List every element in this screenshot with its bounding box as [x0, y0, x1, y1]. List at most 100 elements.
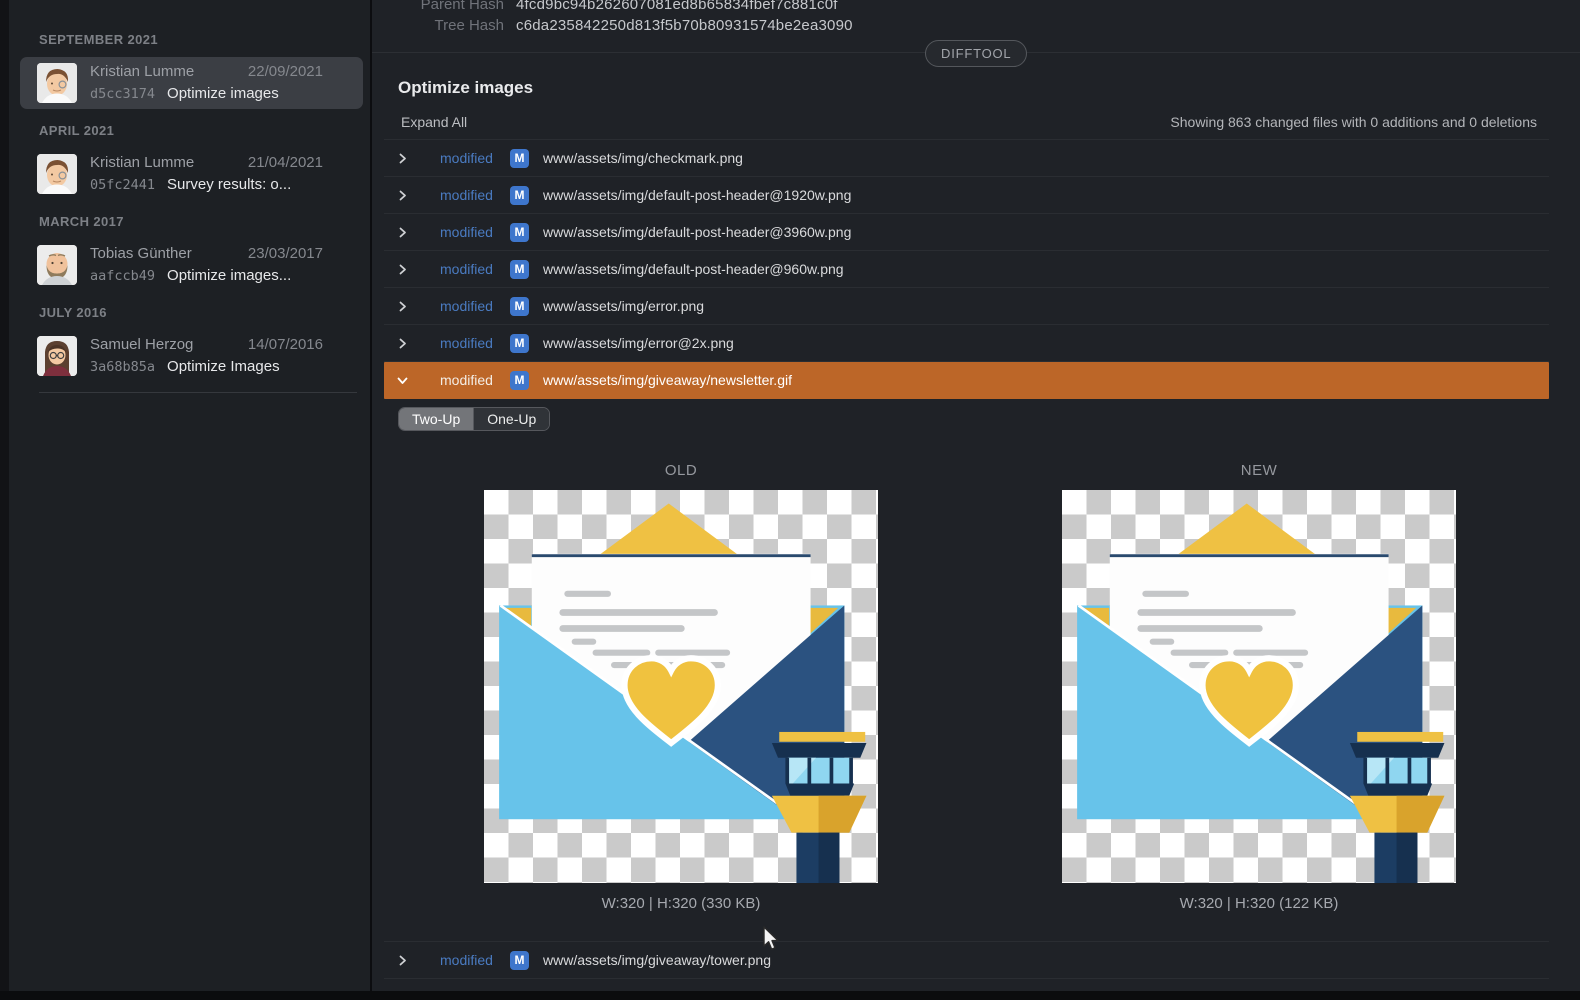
- commit-author: Samuel Herzog: [90, 334, 193, 356]
- modified-badge: M: [510, 186, 529, 205]
- newsletter-illustration: [499, 504, 866, 883]
- chevron-down-icon[interactable]: [396, 374, 408, 386]
- file-status: modified: [440, 372, 498, 388]
- avatar: [37, 154, 77, 194]
- chevron-right-icon[interactable]: [396, 337, 408, 349]
- commit-hash: aafccb49: [90, 265, 155, 287]
- window-bottom-edge: [0, 991, 1580, 1000]
- tower: [772, 732, 867, 883]
- file-row-error-2x[interactable]: modified M www/assets/img/error@2x.png: [384, 325, 1549, 362]
- avatar: [37, 336, 77, 376]
- file-status: modified: [440, 150, 498, 166]
- commit-author: Tobias Günther: [90, 243, 192, 265]
- chevron-right-icon[interactable]: [396, 152, 408, 164]
- git-client-window: SEPTEMBER 2021 Kristian Lumme 22/09/2021…: [0, 0, 1580, 1000]
- new-label: NEW: [1062, 462, 1456, 479]
- file-path: www/assets/img/default-post-header@3960w…: [543, 224, 851, 240]
- chevron-right-icon[interactable]: [396, 300, 408, 312]
- image-comparison: OLD: [372, 462, 1580, 912]
- commit-author: Kristian Lumme: [90, 61, 194, 83]
- file-row-header-1920w[interactable]: modified M www/assets/img/default-post-h…: [384, 177, 1549, 214]
- old-image-column: OLD: [484, 462, 878, 912]
- commit-date: 14/07/2016: [248, 334, 323, 356]
- file-path: www/assets/img/error.png: [543, 298, 704, 314]
- old-image-dimensions: W:320 | H:320 (330 KB): [484, 895, 878, 912]
- window-left-edge: [0, 0, 9, 1000]
- expand-all-link[interactable]: Expand All: [401, 114, 467, 130]
- tree-hash-label: Tree Hash: [372, 15, 504, 36]
- parent-hash-row: Parent Hash 4fcd9bc94b262607081ed8b65834…: [372, 0, 853, 15]
- file-status: modified: [440, 952, 498, 968]
- changed-files-list-continued: modified M www/assets/img/giveaway/tower…: [384, 941, 1549, 979]
- file-status: modified: [440, 187, 498, 203]
- file-path: www/assets/img/giveaway/tower.png: [543, 952, 771, 968]
- old-image-preview: [484, 490, 878, 883]
- file-path: www/assets/img/giveaway/newsletter.gif: [543, 372, 792, 388]
- tower: [1350, 732, 1445, 883]
- commit-title: Optimize images: [398, 78, 1580, 98]
- avatar: [37, 63, 77, 103]
- file-path: www/assets/img/error@2x.png: [543, 335, 734, 351]
- file-row-header-960w[interactable]: modified M www/assets/img/default-post-h…: [384, 251, 1549, 288]
- file-path: www/assets/img/default-post-header@1920w…: [543, 187, 851, 203]
- commit-message: Optimize images...: [167, 265, 291, 287]
- commit-date: 23/03/2017: [248, 243, 323, 265]
- commit-date: 22/09/2021: [248, 61, 323, 83]
- month-group-header: APRIL 2021: [39, 123, 370, 138]
- commit-item-d5cc3174[interactable]: Kristian Lumme 22/09/2021 d5cc3174 Optim…: [20, 57, 363, 109]
- commit-item-3a68b85a[interactable]: Samuel Herzog 14/07/2016 3a68b85a Optimi…: [20, 330, 363, 382]
- commit-hash: 3a68b85a: [90, 356, 155, 378]
- chevron-right-icon[interactable]: [396, 189, 408, 201]
- parent-hash-label: Parent Hash: [372, 0, 504, 15]
- commit-message: Optimize Images: [167, 356, 280, 378]
- commit-history-sidebar: SEPTEMBER 2021 Kristian Lumme 22/09/2021…: [9, 0, 372, 1000]
- commit-item-05fc2441[interactable]: Kristian Lumme 21/04/2021 05fc2441 Surve…: [20, 148, 363, 200]
- modified-badge: M: [510, 260, 529, 279]
- file-row-checkmark[interactable]: modified M www/assets/img/checkmark.png: [384, 140, 1549, 177]
- month-group-header: MARCH 2017: [39, 214, 370, 229]
- file-row-header-3960w[interactable]: modified M www/assets/img/default-post-h…: [384, 214, 1549, 251]
- changed-files-meta: Expand All Showing 863 changed files wit…: [401, 114, 1537, 130]
- tree-hash-row: Tree Hash c6da235842250d813f5b70b8093157…: [372, 15, 853, 36]
- difftool-button[interactable]: DIFFTOOL: [925, 40, 1027, 67]
- changed-files-summary: Showing 863 changed files with 0 additio…: [1170, 114, 1537, 130]
- modified-badge: M: [510, 149, 529, 168]
- avatar: [37, 245, 77, 285]
- modified-badge: M: [510, 334, 529, 353]
- chevron-right-icon[interactable]: [396, 954, 408, 966]
- commit-detail-pane: Parent Hash 4fcd9bc94b262607081ed8b65834…: [372, 0, 1580, 1000]
- one-up-segment[interactable]: One-Up: [473, 408, 549, 430]
- commit-item-aafccb49[interactable]: Tobias Günther 23/03/2017 aafccb49 Optim…: [20, 239, 363, 291]
- modified-badge: M: [510, 223, 529, 242]
- commit-text: Kristian Lumme 22/09/2021 d5cc3174 Optim…: [90, 61, 323, 105]
- commit-author: Kristian Lumme: [90, 152, 194, 174]
- month-group-header: JULY 2016: [39, 305, 370, 320]
- modified-badge: M: [510, 297, 529, 316]
- file-row-tower[interactable]: modified M www/assets/img/giveaway/tower…: [384, 942, 1549, 979]
- changed-files-list: modified M www/assets/img/checkmark.png …: [384, 139, 1549, 399]
- old-label: OLD: [484, 462, 878, 479]
- new-image-dimensions: W:320 | H:320 (122 KB): [1062, 895, 1456, 912]
- file-status: modified: [440, 224, 498, 240]
- commit-text: Kristian Lumme 21/04/2021 05fc2441 Surve…: [90, 152, 323, 196]
- file-status: modified: [440, 335, 498, 351]
- chevron-right-icon[interactable]: [396, 226, 408, 238]
- file-status: modified: [440, 261, 498, 277]
- commit-hash: 05fc2441: [90, 174, 155, 196]
- two-up-segment[interactable]: Two-Up: [399, 408, 473, 430]
- file-status: modified: [440, 298, 498, 314]
- modified-badge: M: [510, 951, 529, 970]
- month-group-header: SEPTEMBER 2021: [39, 32, 370, 47]
- file-row-error[interactable]: modified M www/assets/img/error.png: [384, 288, 1549, 325]
- chevron-right-icon[interactable]: [396, 263, 408, 275]
- parent-hash-value: 4fcd9bc94b262607081ed8b65834fbef7c881c0f: [516, 0, 838, 15]
- commit-message: Optimize images: [167, 83, 279, 105]
- commit-text: Samuel Herzog 14/07/2016 3a68b85a Optimi…: [90, 334, 323, 378]
- view-mode-toggle: Two-Up One-Up: [398, 407, 550, 431]
- sidebar-divider: [39, 392, 357, 393]
- modified-badge: M: [510, 371, 529, 390]
- new-image-column: NEW: [1062, 462, 1456, 912]
- file-row-newsletter-selected[interactable]: modified M www/assets/img/giveaway/newsl…: [384, 362, 1549, 399]
- file-path: www/assets/img/checkmark.png: [543, 150, 743, 166]
- commit-hash: d5cc3174: [90, 83, 155, 105]
